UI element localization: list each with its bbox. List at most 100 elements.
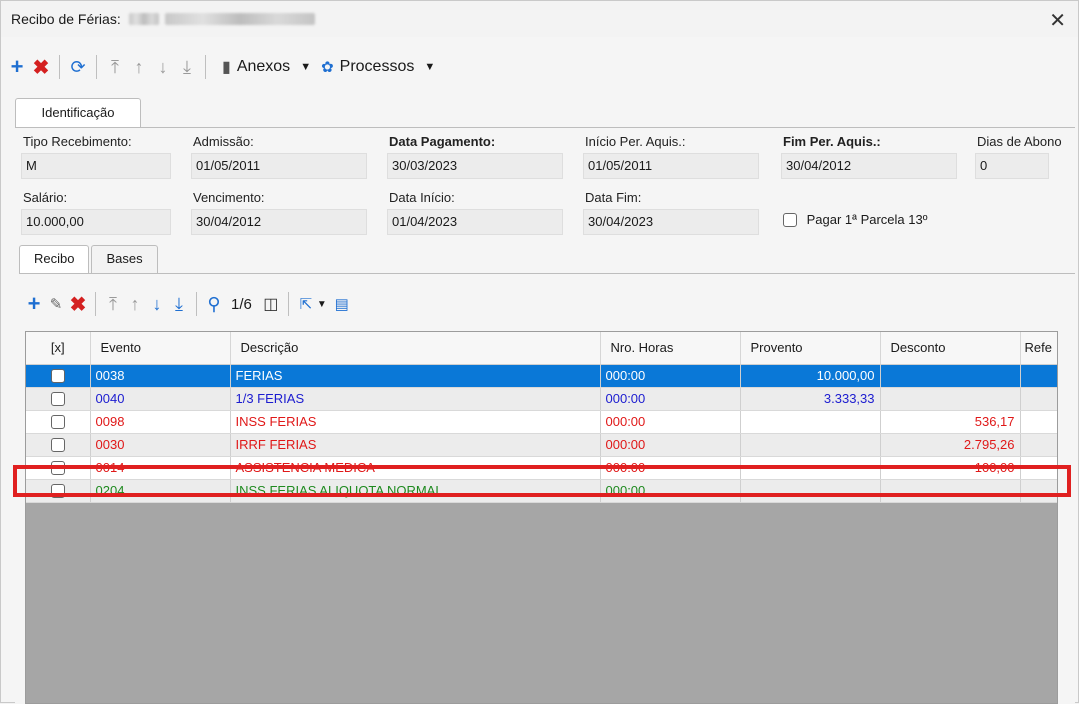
table-row[interactable]: 0030 IRRF FERIAS 000:00 2.795,26	[26, 433, 1057, 457]
inner-tabs: Recibo Bases	[19, 245, 160, 274]
paperclip-icon: ▮	[222, 59, 231, 76]
inicio-per-aquis-field[interactable]: 01/05/2011	[583, 153, 759, 179]
pagar-13-label: Pagar 1ª Parcela 13º	[806, 212, 928, 228]
salario-label: Salário:	[23, 190, 68, 205]
cell-nro-horas: 000:00	[600, 410, 741, 434]
table-row[interactable]: 0040 1/3 FERIAS 000:00 3.333,33	[26, 387, 1057, 411]
document-icon[interactable]: ▤	[331, 291, 353, 317]
vencimento-field[interactable]: 30/04/2012	[191, 209, 367, 235]
cell-referencia	[1020, 433, 1057, 457]
cell-evento: 0040	[90, 387, 231, 411]
next-record-icon[interactable]: ↓	[146, 291, 168, 317]
refresh-icon[interactable]: ⟳	[66, 54, 90, 80]
previous-record-icon[interactable]: ↑	[124, 291, 146, 317]
data-pagamento-field[interactable]: 30/03/2023	[387, 153, 563, 179]
salario-field[interactable]: 10.000,00	[21, 209, 171, 235]
caret-down-icon[interactable]: ▼	[317, 299, 327, 310]
search-icon[interactable]: ⚲	[203, 291, 225, 317]
cell-descricao: INSS FERIAS ALIQUOTA NORMAL	[230, 479, 601, 503]
data-fim-field[interactable]: 30/04/2023	[583, 209, 759, 235]
data-pagamento-label: Data Pagamento:	[389, 134, 496, 149]
last-record-icon[interactable]: ⤓	[175, 54, 199, 80]
pagar-13-checkbox[interactable]	[783, 212, 797, 227]
tab-recibo[interactable]: Recibo	[19, 245, 90, 274]
column-header-select[interactable]: [x]	[26, 332, 91, 365]
vencimento-label: Vencimento:	[193, 190, 265, 205]
last-record-icon[interactable]: ⤓	[168, 291, 190, 317]
tab-identificacao[interactable]: Identificação	[15, 98, 141, 128]
column-header-referencia[interactable]: Refe	[1020, 332, 1057, 365]
delete-icon[interactable]: ✖	[67, 291, 89, 317]
table-row[interactable]: 0038 FERIAS 000:00 10.000,00	[26, 364, 1057, 388]
grid-toolbar: + ✎ ✖ ⤒ ↑ ↓ ⤓ ⚲ 1/6 ◫ ⇱ ▼ ▤	[23, 289, 353, 319]
toolbar-separator	[59, 55, 60, 79]
previous-record-icon[interactable]: ↑	[127, 54, 151, 80]
eventos-grid[interactable]: [x] Evento Descrição Nro. Horas Provento…	[25, 331, 1058, 704]
row-select-checkbox[interactable]	[50, 484, 65, 499]
tab-bases[interactable]: Bases	[91, 245, 158, 273]
admissao-field[interactable]: 01/05/2011	[191, 153, 367, 179]
anexos-menu-button[interactable]: ▮ Anexos ▼	[222, 57, 311, 77]
processos-label: Processos	[339, 58, 415, 75]
cell-desconto: 536,17	[880, 410, 1021, 434]
cell-descricao: IRRF FERIAS	[230, 433, 601, 457]
data-inicio-label: Data Início:	[389, 190, 455, 205]
row-checkbox[interactable]	[26, 433, 91, 457]
column-header-desconto[interactable]: Desconto	[880, 332, 1021, 365]
cell-referencia	[1020, 364, 1057, 388]
data-inicio-field[interactable]: 01/04/2023	[387, 209, 563, 235]
toolbar-separator	[96, 55, 97, 79]
cell-nro-horas: 000:00	[600, 479, 741, 503]
tipo-recebimento-field[interactable]: M	[21, 153, 171, 179]
column-header-descricao[interactable]: Descrição	[230, 332, 601, 365]
close-icon[interactable]: ✕	[1049, 8, 1066, 33]
row-checkbox[interactable]	[26, 364, 91, 388]
cell-nro-horas: 000:00	[600, 364, 741, 388]
cell-desconto: 2.795,26	[880, 433, 1021, 457]
cell-evento: 0038	[90, 364, 231, 388]
row-select-checkbox[interactable]	[50, 415, 65, 430]
add-icon[interactable]: +	[5, 54, 29, 80]
column-header-provento[interactable]: Provento	[740, 332, 881, 365]
redacted-text	[164, 13, 315, 25]
row-checkbox[interactable]	[26, 410, 91, 434]
first-record-icon[interactable]: ⤒	[103, 54, 127, 80]
columns-icon[interactable]: ◫	[260, 291, 282, 317]
toolbar-separator	[287, 292, 289, 316]
cell-provento: 3.333,33	[740, 387, 881, 411]
cell-desconto	[880, 387, 1021, 411]
inicio-per-aquis-label: Início Per. Aquis.:	[585, 134, 686, 149]
row-checkbox[interactable]	[26, 479, 91, 503]
row-select-checkbox[interactable]	[50, 392, 65, 407]
edit-icon[interactable]: ✎	[45, 291, 67, 317]
toolbar-separator	[95, 292, 96, 316]
table-row[interactable]: 0098 INSS FERIAS 000:00 536,17	[26, 410, 1057, 434]
delete-icon[interactable]: ✖	[29, 54, 53, 80]
table-row[interactable]: 0204 INSS FERIAS ALIQUOTA NORMAL 000:00	[26, 479, 1057, 503]
cell-nro-horas: 000:00	[600, 433, 741, 457]
dias-abono-field[interactable]: 0	[975, 153, 1049, 179]
add-icon[interactable]: +	[23, 291, 45, 317]
row-checkbox[interactable]	[26, 456, 91, 480]
cell-referencia	[1020, 387, 1057, 411]
cell-provento	[740, 433, 881, 457]
next-record-icon[interactable]: ↓	[151, 54, 175, 80]
first-record-icon[interactable]: ⤒	[102, 291, 124, 317]
cell-descricao: INSS FERIAS	[230, 410, 601, 434]
cell-evento: 0030	[90, 433, 231, 457]
row-select-checkbox[interactable]	[50, 438, 65, 453]
pagar-13-option[interactable]: Pagar 1ª Parcela 13º	[783, 211, 927, 227]
column-header-nro-horas[interactable]: Nro. Horas	[600, 332, 741, 365]
fim-per-aquis-field[interactable]: 30/04/2012	[781, 153, 957, 179]
main-toolbar: + ✖ ⟳ ⤒ ↑ ↓ ⤓ ▮ Anexos ▼ ✿ Processos ▼	[1, 49, 1078, 85]
processos-menu-button[interactable]: ✿ Processos ▼	[321, 58, 435, 76]
export-icon[interactable]: ⇱	[295, 291, 317, 317]
cell-descricao: FERIAS	[230, 364, 601, 388]
row-select-checkbox[interactable]	[50, 369, 65, 384]
table-row[interactable]: 0014 ASSISTENCIA MEDICA 000:00 100,00	[26, 456, 1057, 480]
cell-desconto	[880, 364, 1021, 388]
row-select-checkbox[interactable]	[50, 461, 65, 476]
column-header-evento[interactable]: Evento	[90, 332, 231, 365]
row-checkbox[interactable]	[26, 387, 91, 411]
cell-referencia	[1020, 456, 1057, 480]
